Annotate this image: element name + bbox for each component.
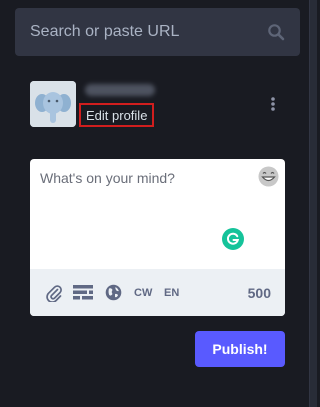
poll-icon: [73, 285, 93, 300]
compose-textarea[interactable]: [30, 159, 285, 269]
edit-profile-link[interactable]: Edit profile: [79, 103, 155, 127]
content-warning-button[interactable]: CW: [134, 269, 152, 316]
avatar[interactable]: [30, 81, 76, 127]
character-counter: 500: [247, 284, 271, 301]
compose-form: CW EN 500: [30, 159, 285, 316]
compose-toolbar: CW EN 500: [30, 269, 285, 316]
paperclip-icon: [46, 284, 62, 302]
grinning-emoji-icon[interactable]: [257, 165, 280, 188]
elephant-avatar-icon: [30, 81, 76, 127]
username-blurred: [85, 84, 155, 96]
more-vertical-icon[interactable]: [268, 96, 278, 112]
visibility-button[interactable]: [105, 269, 122, 316]
search-bar[interactable]: [15, 8, 300, 56]
globe-icon: [105, 284, 122, 301]
add-poll-button[interactable]: [73, 269, 93, 316]
search-input[interactable]: [30, 23, 267, 41]
language-button[interactable]: EN: [164, 269, 179, 316]
profile-header: Edit profile: [30, 81, 285, 129]
adjacent-column-edge: [309, 0, 317, 407]
search-icon[interactable]: [267, 23, 285, 41]
attach-media-button[interactable]: [45, 269, 63, 316]
grammarly-icon[interactable]: [222, 228, 244, 250]
publish-button[interactable]: Publish!: [195, 331, 285, 367]
